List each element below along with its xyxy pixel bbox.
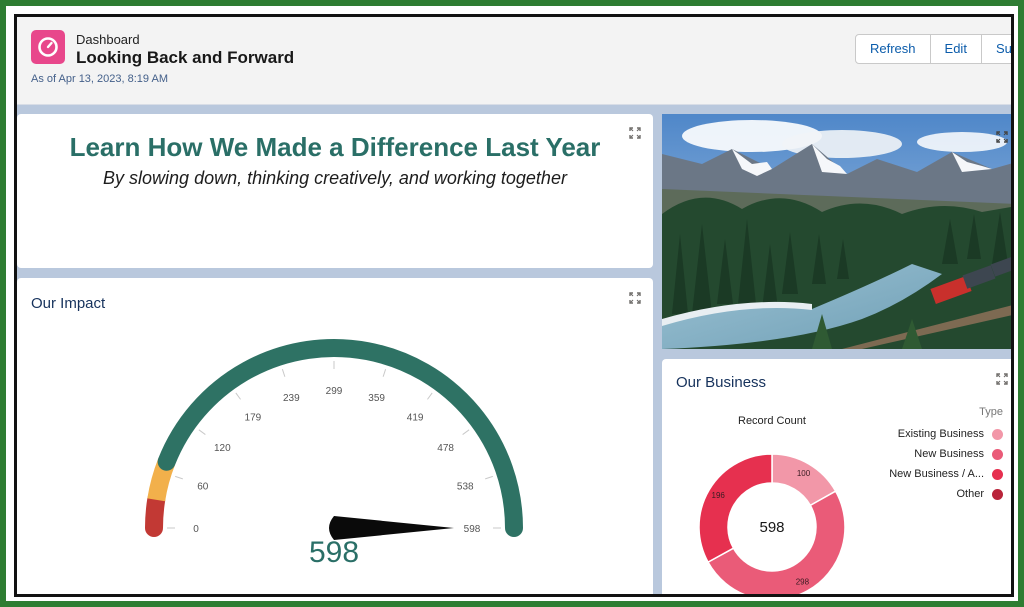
dashboard-viewport: Dashboard Looking Back and Forward As of…: [14, 14, 1014, 597]
gauge-tick: [485, 475, 493, 480]
gauge-tick-label: 598: [464, 524, 481, 535]
gauge-tick: [427, 392, 433, 400]
subscribe-button[interactable]: Sub: [982, 35, 1011, 63]
dashboard-header: Dashboard Looking Back and Forward As of…: [17, 17, 1011, 105]
banner-card: Learn How We Made a Difference Last Year…: [17, 114, 653, 268]
banner-heading: Learn How We Made a Difference Last Year: [69, 132, 601, 162]
expand-icon[interactable]: [629, 127, 641, 139]
legend-item[interactable]: New Business / A...: [889, 468, 1003, 480]
chart-title: Record Count: [738, 415, 806, 427]
legend-item[interactable]: Existing Business: [898, 428, 1003, 440]
gauge-tick-label: 239: [283, 393, 300, 404]
gauge-tick-label: 0: [193, 524, 199, 535]
gauge-tick-label: 419: [407, 412, 424, 423]
gauge-band: [157, 339, 523, 537]
record-count-donut: 100 298 196 598: [698, 453, 846, 594]
screenshot-frame: Dashboard Looking Back and Forward As of…: [0, 0, 1024, 607]
legend-label: New Business / A...: [889, 468, 984, 480]
gauge-band: [145, 490, 166, 537]
legend-title: Type: [979, 406, 1003, 418]
gauge-tick-label: 299: [326, 386, 343, 397]
impact-card: Our Impact 0 60 120 179 239 299 359 419 478 538 59…: [17, 278, 653, 594]
legend-swatch: [992, 468, 1003, 480]
gauge-tick-label: 179: [245, 412, 262, 423]
legend-item[interactable]: Other: [956, 488, 1003, 500]
donut-total: 598: [759, 519, 784, 536]
landscape-image: [662, 114, 1011, 349]
expand-icon[interactable]: [996, 373, 1008, 385]
impact-gauge: 0 60 120 179 239 299 359 419 478 538 598 598: [145, 339, 523, 569]
gauge-tick: [198, 429, 206, 435]
donut-slice-label: 196: [712, 491, 726, 500]
legend-swatch: [992, 448, 1003, 460]
header-button-group: Refresh Edit Sub: [855, 34, 1011, 64]
gauge-tick-label: 359: [368, 393, 385, 404]
donut-slice-label: 298: [796, 578, 810, 587]
page-title: Looking Back and Forward: [76, 48, 295, 67]
record-type-label: Dashboard: [76, 32, 140, 47]
edit-button[interactable]: Edit: [931, 35, 982, 63]
business-title: Our Business: [676, 374, 767, 391]
gauge-tick: [235, 392, 241, 400]
gauge-tick: [175, 475, 183, 480]
gauge-tick-label: 538: [457, 481, 474, 492]
gauge-tick-label: 60: [197, 481, 209, 492]
banner-subheading: By slowing down, thinking creatively, an…: [103, 168, 567, 188]
gauge-tick: [462, 429, 470, 435]
dashboard-icon: [31, 30, 65, 64]
donut-slice[interactable]: [698, 453, 773, 564]
legend-label: New Business: [914, 448, 984, 460]
business-card: Our Business Record Count 100 298 196 598 …: [662, 359, 1011, 594]
donut-slice-label: 100: [797, 469, 811, 478]
legend-swatch: [992, 428, 1003, 440]
gauge-tick: [281, 369, 286, 377]
as-of-timestamp: As of Apr 13, 2023, 8:19 AM: [31, 73, 168, 85]
gauge-tick-label: 478: [437, 443, 454, 454]
gauge-value: 598: [309, 536, 359, 569]
refresh-button[interactable]: Refresh: [856, 35, 931, 63]
legend-swatch: [992, 488, 1003, 500]
gauge-tick-label: 120: [214, 443, 231, 454]
legend-label: Other: [956, 488, 984, 500]
expand-icon[interactable]: [996, 131, 1008, 143]
gauge-tick: [382, 369, 387, 377]
legend-label: Existing Business: [897, 428, 984, 440]
legend-item[interactable]: New Business: [914, 448, 1003, 460]
